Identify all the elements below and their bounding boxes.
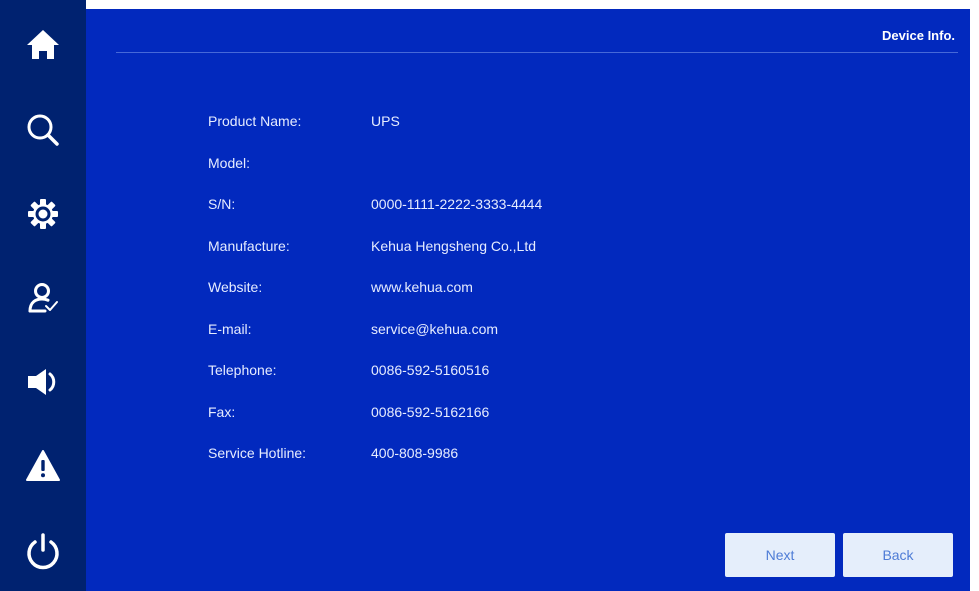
info-label: Telephone: — [208, 362, 277, 378]
warning-icon — [26, 450, 60, 481]
info-row-email: E-mail: service@kehua.com — [208, 309, 708, 351]
sidebar — [0, 0, 86, 591]
nav-settings[interactable] — [0, 184, 86, 244]
info-row-service-hotline: Service Hotline: 400-808-9986 — [208, 433, 708, 475]
info-value: service@kehua.com — [371, 320, 499, 337]
info-row-model: Model: — [208, 143, 708, 185]
content-panel: Device Info. Product Name: UPS Model: S/… — [86, 9, 970, 591]
info-row-website: Website: www.kehua.com — [208, 267, 708, 309]
title-divider — [116, 52, 958, 53]
info-value: 0000-1111-2222-3333-4444 — [371, 196, 543, 212]
info-row-serial-number: S/N: 0000-1111-2222-3333-4444 — [208, 184, 708, 226]
info-label: Product Name: — [208, 113, 302, 129]
info-label: Service Hotline: — [208, 445, 307, 461]
next-button[interactable]: Next — [725, 533, 835, 577]
info-label: Fax: — [208, 403, 236, 420]
info-value: 400-808-9986 — [371, 445, 459, 461]
device-info-screen: Device Info. Product Name: UPS Model: S/… — [0, 0, 979, 591]
info-row-telephone: Telephone: 0086-592-5160516 — [208, 350, 708, 392]
nav-alarm[interactable] — [0, 436, 86, 496]
info-label: E-mail: — [208, 320, 252, 337]
user-check-icon — [28, 283, 58, 313]
info-row-manufacture: Manufacture: Kehua Hengsheng Co.,Ltd — [208, 226, 708, 268]
gear-icon — [28, 199, 58, 229]
info-value: UPS — [371, 113, 400, 129]
info-value: 0086-592-5162166 — [371, 403, 490, 420]
info-row-fax: Fax: 0086-592-5162166 — [208, 392, 708, 434]
info-row-product-name: Product Name: UPS — [208, 101, 708, 143]
nav-sound[interactable] — [0, 352, 86, 412]
power-icon — [27, 533, 59, 570]
nav-home[interactable] — [0, 14, 86, 74]
info-label: Model: — [208, 154, 251, 171]
speaker-icon — [28, 369, 56, 395]
info-label: Website: — [208, 279, 263, 295]
nav-user[interactable] — [0, 268, 86, 328]
device-info-table: Product Name: UPS Model: S/N: 0000-1111-… — [208, 101, 708, 475]
nav-power[interactable] — [0, 522, 86, 582]
info-label: S/N: — [208, 196, 236, 212]
search-icon — [27, 114, 59, 146]
nav-search[interactable] — [0, 100, 86, 160]
page-title: Device Info. — [882, 28, 955, 43]
home-icon — [27, 30, 59, 59]
info-label: Manufacture: — [208, 237, 290, 254]
back-button[interactable]: Back — [843, 533, 953, 577]
info-value: Kehua Hengsheng Co.,Ltd — [371, 237, 537, 254]
info-value: 0086-592-5160516 — [371, 362, 490, 378]
info-value: www.kehua.com — [371, 279, 473, 295]
